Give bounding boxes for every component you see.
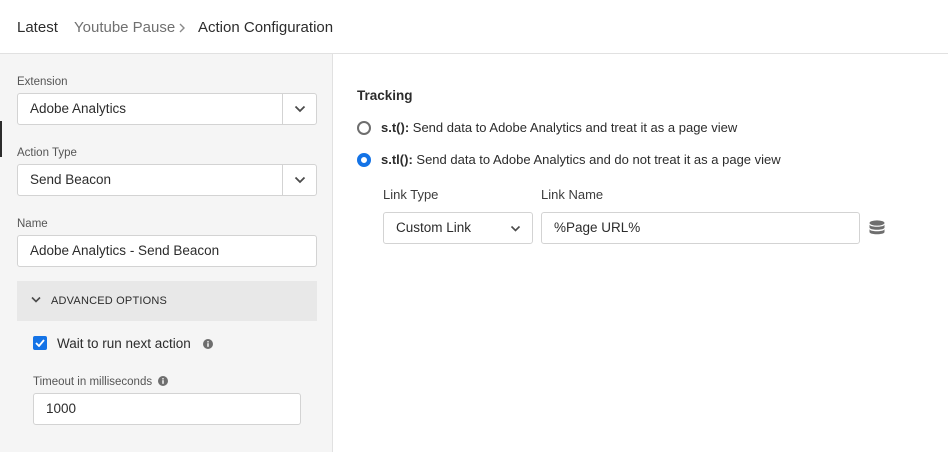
wait-checkbox[interactable]: [33, 336, 47, 350]
link-type-value: Custom Link: [396, 220, 472, 235]
chevron-down-icon: [31, 296, 41, 303]
radio-link-tracking-text: Send data to Adobe Analytics and do not …: [412, 152, 781, 167]
wait-label[interactable]: Wait to run next action: [57, 336, 191, 352]
radio-page-view[interactable]: [357, 121, 371, 135]
action-type-label: Action Type: [17, 147, 77, 159]
chevron-down-icon: [510, 225, 521, 232]
link-name-value: %Page URL%: [554, 220, 641, 235]
radio-link-tracking[interactable]: [357, 153, 371, 167]
active-indicator: [0, 121, 2, 157]
chevron-down-icon: [294, 176, 305, 184]
tracking-title: Tracking: [357, 88, 413, 103]
action-type-value: Send Beacon: [30, 172, 112, 187]
name-label: Name: [17, 218, 48, 230]
breadcrumb-latest[interactable]: Latest: [17, 19, 58, 37]
radio-link-tracking-label[interactable]: s.tl(): Send data to Adobe Analytics and…: [381, 152, 781, 168]
link-type-select[interactable]: Custom Link: [383, 212, 533, 244]
link-name-input[interactable]: %Page URL%: [541, 212, 860, 244]
action-type-dropdown-button[interactable]: [282, 165, 316, 195]
name-value: Adobe Analytics - Send Beacon: [30, 243, 220, 258]
info-icon[interactable]: [158, 376, 168, 386]
radio-page-view-code: s.t():: [381, 120, 410, 135]
extension-label: Extension: [17, 76, 68, 88]
extension-value: Adobe Analytics: [30, 101, 127, 116]
extension-dropdown-button[interactable]: [282, 94, 316, 124]
breadcrumb-current: Action Configuration: [198, 19, 334, 36]
radio-page-view-label[interactable]: s.t(): Send data to Adobe Analytics and …: [381, 120, 737, 136]
link-type-label: Link Type: [383, 187, 439, 202]
action-type-select[interactable]: Send Beacon: [17, 164, 317, 196]
link-name-label: Link Name: [541, 187, 604, 202]
timeout-value: 1000: [46, 401, 77, 416]
name-input[interactable]: Adobe Analytics - Send Beacon: [17, 235, 317, 267]
checkmark-icon: [35, 339, 45, 347]
info-icon[interactable]: [203, 339, 213, 349]
timeout-input[interactable]: 1000: [33, 393, 301, 425]
header-bar: Latest Youtube Pause Action Configuratio…: [0, 0, 948, 54]
advanced-options-toggle[interactable]: ADVANCED OPTIONS: [17, 281, 317, 321]
advanced-options-label: ADVANCED OPTIONS: [51, 295, 168, 307]
chevron-right-icon: [179, 23, 185, 33]
radio-link-tracking-code: s.tl():: [381, 152, 413, 167]
extension-select[interactable]: Adobe Analytics: [17, 93, 317, 125]
chevron-down-icon: [294, 105, 305, 113]
timeout-label: Timeout in milliseconds: [33, 376, 153, 388]
radio-page-view-text: Send data to Adobe Analytics and treat i…: [409, 120, 738, 135]
data-element-icon[interactable]: [868, 219, 886, 237]
breadcrumb-rule[interactable]: Youtube Pause: [74, 19, 175, 37]
